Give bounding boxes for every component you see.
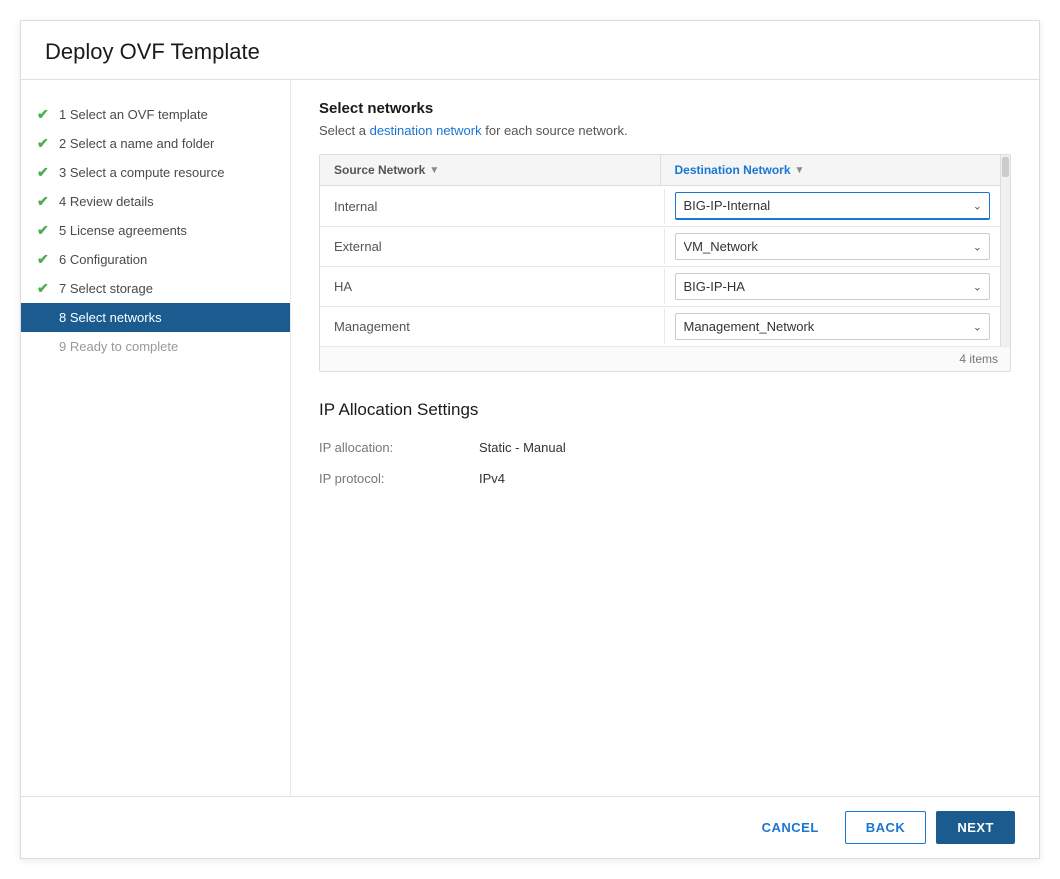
sidebar-item-step1[interactable]: ✔ 1 Select an OVF template (21, 100, 290, 129)
col-source-header: Source Network ▼ (320, 155, 661, 185)
table-row: Internal BIG-IP-Internal VM_Network BIG-… (320, 186, 1000, 227)
dest-select-3[interactable]: Management_Network BIG-IP-Internal VM_Ne… (675, 313, 991, 340)
sidebar-label-step2: 2 Select a name and folder (59, 136, 214, 151)
table-header: Source Network ▼ Destination Network ▼ (320, 155, 1000, 186)
back-button[interactable]: BACK (845, 811, 927, 844)
cell-dest-2: BIG-IP-HA BIG-IP-Internal VM_Network Man… (665, 267, 1001, 306)
sidebar-label-step7: 7 Select storage (59, 281, 153, 296)
cell-dest-0: BIG-IP-Internal VM_Network BIG-IP-HA Man… (665, 186, 1001, 226)
sidebar-item-step3[interactable]: ✔ 3 Select a compute resource (21, 158, 290, 187)
ip-allocation-section: IP Allocation Settings IP allocation: St… (319, 400, 1011, 502)
ip-allocation-label: IP allocation: (319, 440, 479, 455)
table-row: Management Management_Network BIG-IP-Int… (320, 307, 1000, 346)
cell-source-0: Internal (320, 189, 665, 224)
check-icon-step7: ✔ (37, 280, 53, 297)
dest-select-0[interactable]: BIG-IP-Internal VM_Network BIG-IP-HA Man… (675, 192, 991, 220)
sidebar-item-step2[interactable]: ✔ 2 Select a name and folder (21, 129, 290, 158)
col-dest-header: Destination Network ▼ (661, 155, 1001, 185)
dialog-footer: CANCEL BACK NEXT (21, 796, 1039, 858)
ip-allocation-value: Static - Manual (479, 440, 566, 455)
sidebar-label-step8: 8 Select networks (59, 310, 162, 325)
item-count: 4 items (959, 352, 998, 366)
cell-source-2: HA (320, 269, 665, 304)
next-button[interactable]: NEXT (936, 811, 1015, 844)
ip-protocol-value: IPv4 (479, 471, 505, 486)
ip-section-title: IP Allocation Settings (319, 400, 1011, 420)
sidebar-label-step9: 9 Ready to complete (59, 339, 178, 354)
desc-link[interactable]: destination network (370, 123, 482, 138)
desc-suffix: for each source network. (482, 123, 628, 138)
sidebar-item-step8[interactable]: ✔ 8 Select networks (21, 303, 290, 332)
cell-dest-1: VM_Network BIG-IP-Internal BIG-IP-HA Man… (665, 227, 1001, 266)
sidebar-item-step6[interactable]: ✔ 6 Configuration (21, 245, 290, 274)
filter-icon-dest[interactable]: ▼ (795, 165, 805, 176)
sidebar-label-step5: 5 License agreements (59, 223, 187, 238)
sidebar-label-step1: 1 Select an OVF template (59, 107, 208, 122)
ip-protocol-row: IP protocol: IPv4 (319, 471, 1011, 486)
check-icon-step3: ✔ (37, 164, 53, 181)
network-table: Source Network ▼ Destination Network ▼ I… (319, 154, 1011, 372)
scrollbar[interactable] (1000, 155, 1010, 346)
sidebar-item-step9[interactable]: ✔ 9 Ready to complete (21, 332, 290, 361)
sidebar-label-step4: 4 Review details (59, 194, 154, 209)
section-description: Select a destination network for each so… (319, 123, 1011, 138)
dest-select-2[interactable]: BIG-IP-HA BIG-IP-Internal VM_Network Man… (675, 273, 991, 300)
sidebar: ✔ 1 Select an OVF template ✔ 2 Select a … (21, 80, 291, 796)
sidebar-label-step6: 6 Configuration (59, 252, 147, 267)
cell-source-3: Management (320, 309, 665, 344)
desc-prefix: Select a (319, 123, 370, 138)
table-row: HA BIG-IP-HA BIG-IP-Internal VM_Network … (320, 267, 1000, 307)
check-icon-step5: ✔ (37, 222, 53, 239)
sidebar-item-step5[interactable]: ✔ 5 License agreements (21, 216, 290, 245)
check-icon-step2: ✔ (37, 135, 53, 152)
sidebar-label-step3: 3 Select a compute resource (59, 165, 224, 180)
dialog-title: Deploy OVF Template (45, 39, 1015, 65)
section-title: Select networks (319, 100, 1011, 117)
sidebar-item-step7[interactable]: ✔ 7 Select storage (21, 274, 290, 303)
cancel-button[interactable]: CANCEL (746, 812, 835, 843)
check-icon-step4: ✔ (37, 193, 53, 210)
cell-dest-3: Management_Network BIG-IP-Internal VM_Ne… (665, 307, 1001, 346)
main-content: Select networks Select a destination net… (291, 80, 1039, 796)
table-row: External VM_Network BIG-IP-Internal BIG-… (320, 227, 1000, 267)
cell-source-1: External (320, 229, 665, 264)
table-footer: 4 items (320, 346, 1010, 371)
ip-protocol-label: IP protocol: (319, 471, 479, 486)
check-icon-step6: ✔ (37, 251, 53, 268)
dest-select-1[interactable]: VM_Network BIG-IP-Internal BIG-IP-HA Man… (675, 233, 991, 260)
ip-allocation-row: IP allocation: Static - Manual (319, 440, 1011, 455)
check-icon-step1: ✔ (37, 106, 53, 123)
filter-icon-source[interactable]: ▼ (429, 165, 439, 176)
sidebar-item-step4[interactable]: ✔ 4 Review details (21, 187, 290, 216)
